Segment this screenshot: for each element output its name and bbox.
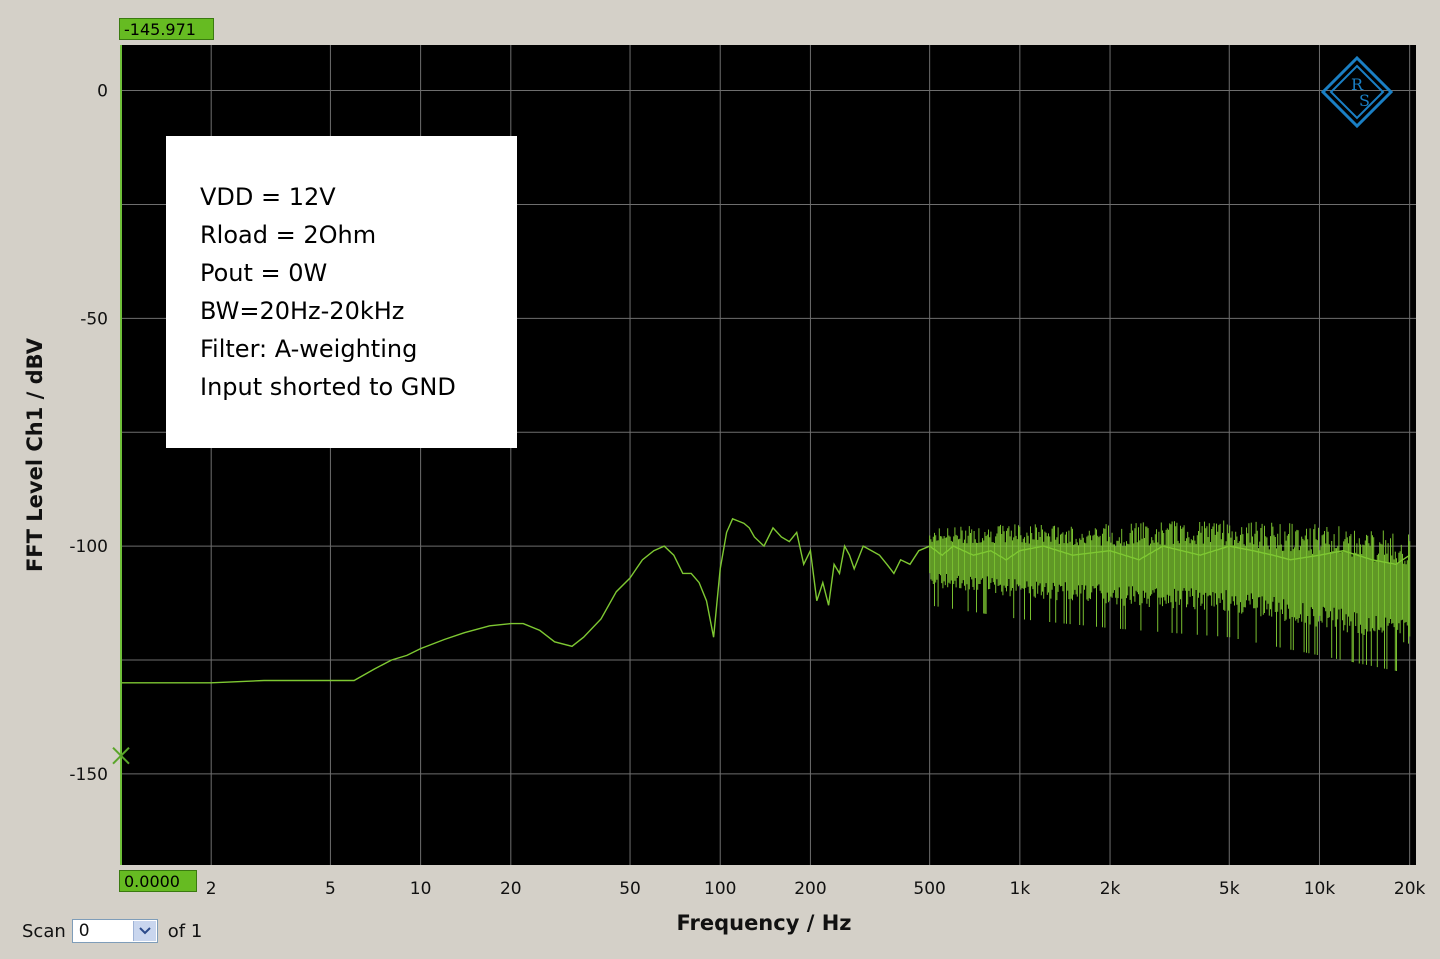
x-tick-label: 2k	[1100, 879, 1121, 899]
y-tick-label: -150	[69, 765, 108, 785]
y-tick-label: -100	[69, 537, 108, 557]
note-line-pout: Pout = 0W	[200, 259, 328, 287]
x-tick-label: 5k	[1219, 879, 1240, 899]
x-tick-label: 20	[500, 879, 522, 899]
top-marker-value[interactable]: -145.971	[119, 18, 214, 40]
x-tick-label: 10	[410, 879, 432, 899]
note-line-input: Input shorted to GND	[200, 373, 456, 401]
x-tick-label: 2	[206, 879, 217, 899]
note-line-filter: Filter: A-weighting	[200, 335, 418, 363]
y-tick-label: -50	[80, 309, 108, 329]
annotation-box: VDD = 12V Rload = 2Ohm Pout = 0W BW=20Hz…	[166, 136, 517, 448]
x-tick-label: 20k	[1394, 879, 1426, 899]
chevron-down-icon[interactable]	[132, 921, 156, 941]
x-axis-title: Frequency / Hz	[676, 911, 851, 935]
scan-label: Scan	[22, 920, 66, 942]
svg-text:S: S	[1359, 91, 1370, 110]
x-tick-label: 5	[325, 879, 336, 899]
note-line-vdd: VDD = 12V	[200, 183, 336, 211]
y-axis-title: FFT Level Ch1 / dBV	[23, 337, 47, 572]
x-tick-label: 1k	[1010, 879, 1031, 899]
y-tick-label: 0	[97, 82, 108, 102]
x-tick-label: 500	[913, 879, 945, 899]
x-tick-label: 10k	[1304, 879, 1336, 899]
note-line-bw: BW=20Hz-20kHz	[200, 297, 405, 325]
scan-select[interactable]: 0	[71, 919, 158, 943]
scan-bar: Scan 0 of 1	[22, 918, 202, 944]
bottom-marker-value[interactable]: 0.0000	[119, 870, 197, 892]
x-tick-label: 100	[704, 879, 736, 899]
scan-select-value: 0	[78, 921, 90, 941]
scan-of-label: of 1	[167, 920, 203, 942]
x-tick-label: 200	[794, 879, 826, 899]
x-tick-label: 50	[619, 879, 641, 899]
note-line-rload: Rload = 2Ohm	[200, 221, 377, 249]
